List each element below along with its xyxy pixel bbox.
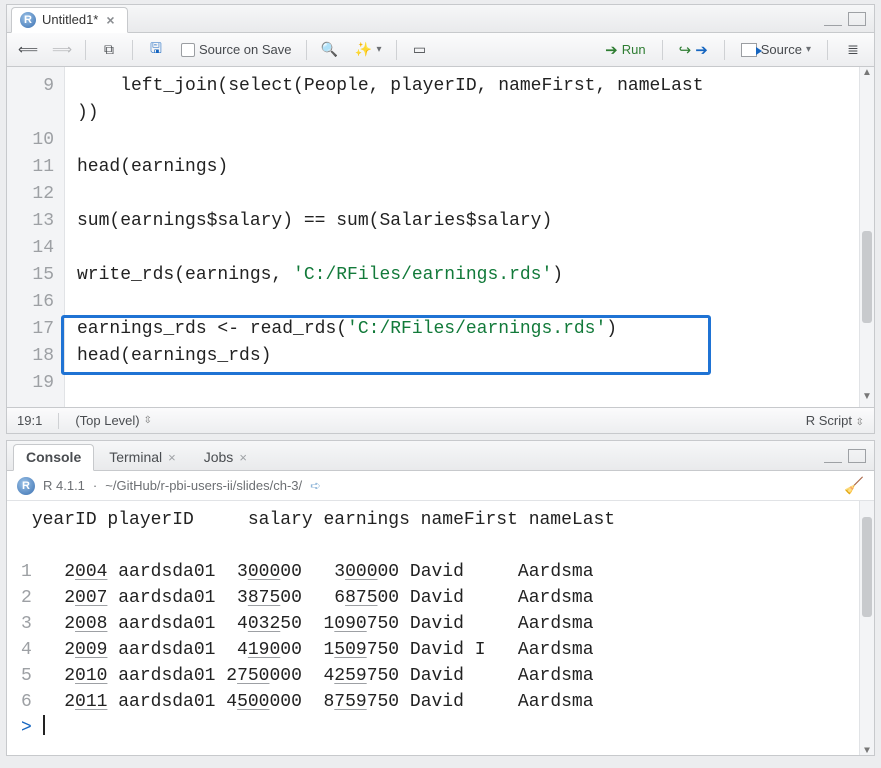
checkbox-icon xyxy=(181,43,195,57)
tab-console-label: Console xyxy=(26,449,81,465)
code-area: 9 10111213141516171819 left_join(select(… xyxy=(7,67,874,407)
scroll-track[interactable] xyxy=(860,517,874,739)
close-icon[interactable]: × xyxy=(104,13,116,27)
updown-icon: ⇳ xyxy=(144,415,152,426)
editor-pane: R Untitled1* × ⟸ ⟹ ⧉ 🖫 Source on Save 🔍 … xyxy=(6,4,875,434)
maximize-pane-icon[interactable] xyxy=(848,449,866,463)
notebook-icon: ▭ xyxy=(411,41,429,59)
clear-console-icon[interactable]: 🧹 xyxy=(844,476,864,496)
pane-window-controls xyxy=(824,12,874,26)
source-label: Source xyxy=(761,42,802,57)
console-pane: Console Terminal × Jobs × R R 4.1.1 · ~/… xyxy=(6,440,875,756)
console-tabbar: Console Terminal × Jobs × xyxy=(7,441,874,471)
rerun-button[interactable]: ↪➔ xyxy=(675,39,712,61)
popout-icon: ⧉ xyxy=(100,41,118,59)
language-selector[interactable]: R Script ⇳ xyxy=(806,413,864,428)
forward-button[interactable]: ⟹ xyxy=(49,39,75,61)
separator xyxy=(827,40,828,60)
scroll-down-icon[interactable]: ▼ xyxy=(860,739,874,755)
separator xyxy=(396,40,397,60)
arrow-left-icon: ⟸ xyxy=(19,41,37,59)
statusbar-right: R Script ⇳ xyxy=(806,413,864,428)
close-icon[interactable]: × xyxy=(239,450,247,465)
show-in-new-window-button[interactable]: ⧉ xyxy=(96,39,122,61)
editor-scrollbar[interactable]: ▲ ▼ xyxy=(859,67,874,407)
cursor-position: 19:1 xyxy=(17,413,42,428)
separator xyxy=(724,40,725,60)
console-scrollbar[interactable]: ▲ ▼ xyxy=(859,501,874,755)
language-label: R Script xyxy=(806,413,852,428)
wand-icon: ✨ xyxy=(355,41,373,59)
arrow-right-icon: ⟹ xyxy=(53,41,71,59)
separator xyxy=(306,40,307,60)
compile-report-button[interactable]: ▭ xyxy=(407,39,433,61)
file-tab[interactable]: R Untitled1* × xyxy=(11,7,128,33)
save-icon: 🖫 xyxy=(147,41,165,59)
scroll-up-icon[interactable]: ▲ xyxy=(860,67,874,83)
rerun-blue-arrow-icon: ➔ xyxy=(695,41,708,59)
chevron-down-icon: ▾ xyxy=(806,44,811,55)
source-on-save-toggle[interactable]: Source on Save xyxy=(177,40,296,59)
scroll-down-icon[interactable]: ▼ xyxy=(860,391,874,407)
outline-icon: ≣ xyxy=(844,41,862,59)
rerun-green-arrow-icon: ↪ xyxy=(679,41,692,59)
tab-terminal[interactable]: Terminal × xyxy=(96,444,189,470)
code-editor[interactable]: left_join(select(People, playerID, nameF… xyxy=(65,67,859,407)
scroll-thumb[interactable] xyxy=(862,517,872,617)
editor-statusbar: 19:1 (Top Level) ⇳ R Script ⇳ xyxy=(7,407,874,433)
editor-toolbar: ⟸ ⟹ ⧉ 🖫 Source on Save 🔍 ✨▾ ▭ ➔ Run ↪➔ xyxy=(7,33,874,67)
outline-button[interactable]: ≣ xyxy=(840,39,866,61)
go-to-dir-icon[interactable]: ➪ xyxy=(310,478,321,494)
pane-window-controls xyxy=(824,449,874,463)
scope-selector[interactable]: (Top Level) ⇳ xyxy=(75,413,152,428)
run-arrow-icon: ➔ xyxy=(605,41,618,59)
dot-separator: · xyxy=(93,478,97,493)
source-icon xyxy=(741,43,757,57)
close-icon[interactable]: × xyxy=(168,450,176,465)
source-on-save-label: Source on Save xyxy=(199,42,292,57)
console-output[interactable]: yearID playerID salary earnings nameFirs… xyxy=(7,501,874,755)
console-header: R R 4.1.1 · ~/GitHub/r-pbi-users-ii/slid… xyxy=(7,471,874,501)
tab-jobs[interactable]: Jobs × xyxy=(191,444,260,470)
run-label: Run xyxy=(622,42,646,57)
save-button[interactable]: 🖫 xyxy=(143,39,169,61)
file-tab-title: Untitled1* xyxy=(42,12,98,27)
separator xyxy=(662,40,663,60)
r-version: R 4.1.1 xyxy=(43,478,85,493)
tab-jobs-label: Jobs xyxy=(204,449,234,465)
back-button[interactable]: ⟸ xyxy=(15,39,41,61)
chevron-down-icon: ▾ xyxy=(377,44,382,55)
source-button[interactable]: Source ▾ xyxy=(737,40,815,59)
editor-tabbar: R Untitled1* × xyxy=(7,5,874,33)
separator xyxy=(132,40,133,60)
minimize-pane-icon[interactable] xyxy=(824,12,842,26)
scope-label: (Top Level) xyxy=(75,413,139,428)
toolbar-right-group: ➔ Run ↪➔ Source ▾ ≣ xyxy=(601,39,866,61)
code-tools-button[interactable]: ✨▾ xyxy=(351,39,386,61)
run-button[interactable]: ➔ Run xyxy=(601,39,649,61)
separator xyxy=(85,40,86,60)
find-button[interactable]: 🔍 xyxy=(317,39,343,61)
r-logo-icon: R xyxy=(17,477,35,495)
r-file-icon: R xyxy=(20,12,36,28)
updown-icon: ⇳ xyxy=(856,417,864,428)
scroll-track[interactable] xyxy=(860,83,874,391)
scroll-thumb[interactable] xyxy=(862,231,872,323)
tab-terminal-label: Terminal xyxy=(109,449,162,465)
maximize-pane-icon[interactable] xyxy=(848,12,866,26)
minimize-pane-icon[interactable] xyxy=(824,449,842,463)
search-icon: 🔍 xyxy=(321,41,339,59)
separator xyxy=(58,413,59,429)
working-directory[interactable]: ~/GitHub/r-pbi-users-ii/slides/ch-3/ xyxy=(105,478,302,493)
tab-console[interactable]: Console xyxy=(13,444,94,471)
line-gutter: 9 10111213141516171819 xyxy=(7,67,65,407)
